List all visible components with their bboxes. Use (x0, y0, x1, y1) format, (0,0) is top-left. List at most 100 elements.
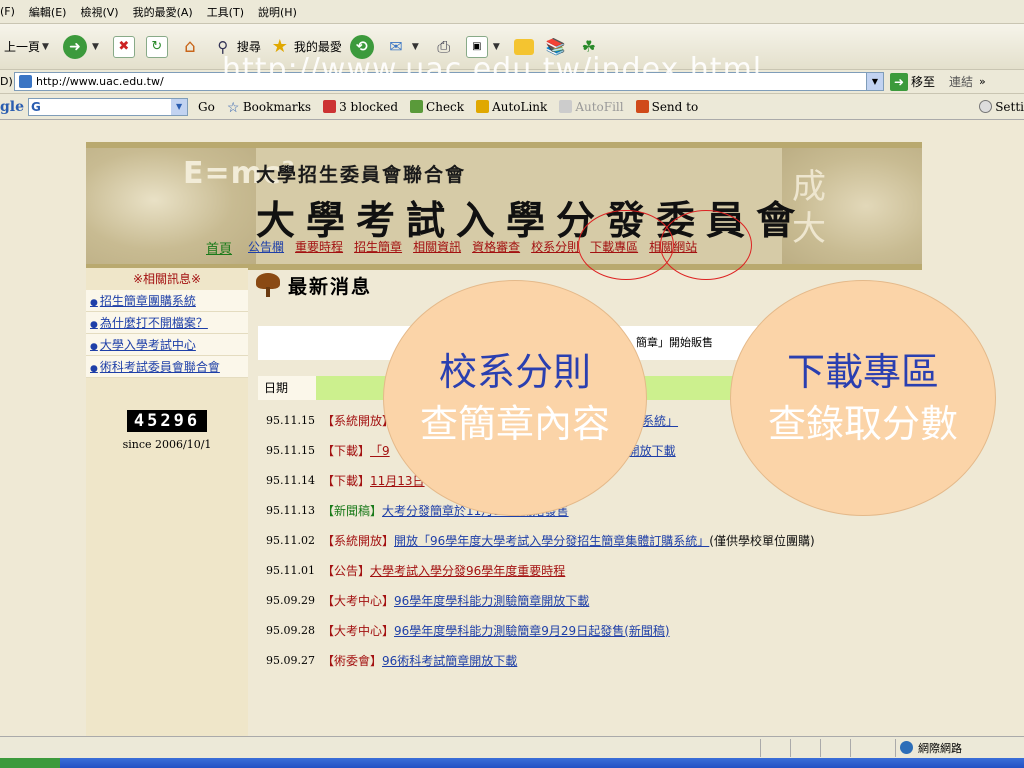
news-date: 95.09.29 (266, 593, 315, 607)
bullet-icon: ● (90, 342, 98, 352)
news-link[interactable]: 「9 (370, 442, 390, 459)
sidebar-link-group-purchase[interactable]: ● 招生簡章團購系統 (86, 290, 248, 312)
page-icon (19, 75, 32, 88)
autolink-icon (476, 100, 490, 113)
news-category: 【大考中心】 (322, 593, 395, 608)
news-date: 95.11.15 (266, 443, 315, 457)
go-button[interactable]: ➜ 移至 (890, 72, 936, 91)
news-link[interactable]: 96學年度學科能力測驗簡章開放下載 (394, 592, 589, 609)
google-search-input[interactable]: G ▼ (28, 97, 189, 116)
send-to-label: Send to (651, 99, 699, 114)
chevron-down-icon[interactable]: ▼ (493, 42, 500, 52)
news-category: 【公告】 (322, 563, 371, 578)
google-toolbar: gle G ▼ Go ☆ Bookmarks 3 blocked Check Au… (0, 94, 1024, 120)
address-label: D) (0, 75, 13, 88)
menu-edit[interactable]: 編輯(E) (29, 4, 67, 20)
chevron-down-icon[interactable]: ▼ (42, 42, 49, 52)
menu-favorites[interactable]: 我的最愛(A) (133, 4, 193, 20)
news-date: 95.11.13 (266, 503, 315, 517)
chevron-down-icon[interactable]: ▼ (412, 42, 419, 52)
news-item: 95.11.01 【公告】 大學考試入學分發96學年度重要時程 (266, 555, 926, 585)
status-divider (895, 739, 896, 757)
start-button[interactable] (0, 758, 60, 768)
menu-help[interactable]: 說明(H) (258, 4, 297, 20)
spellcheck-button[interactable]: Check (410, 100, 464, 114)
news-date: 95.09.27 (266, 653, 315, 667)
globe-icon (900, 741, 913, 754)
news-link[interactable]: 大學考試入學分發96學年度重要時程 (370, 562, 565, 579)
menu-file[interactable]: (F) (0, 5, 15, 18)
callout-subtitle: 查簡章內容 (419, 402, 610, 446)
send-to-button[interactable]: Send to (635, 99, 699, 114)
news-category: 【術委會】 (322, 653, 383, 668)
stop-button[interactable]: ✖ (112, 35, 138, 58)
taskbar (0, 758, 1024, 768)
nav-bulletin[interactable]: 公告欄 (248, 238, 284, 257)
refresh-icon: ↻ (145, 35, 168, 58)
links-chevron-icon[interactable]: » (979, 75, 986, 88)
sidebar-link-skills-exam[interactable]: ● 術科考試委員會聯合會 (86, 356, 248, 378)
nav-department-rules[interactable]: 校系分則 (531, 238, 579, 257)
sidebar-link-ceec[interactable]: ● 大學入學考試中心 (86, 334, 248, 356)
news-category: 【系統開放】 (322, 413, 395, 428)
callout-subtitle: 查錄取分數 (767, 402, 958, 446)
status-divider (820, 739, 821, 757)
nav-home[interactable]: 首頁 (206, 238, 232, 257)
settings-button[interactable]: Setti (979, 100, 1024, 114)
sidebar-link-label: 招生簡章團購系統 (99, 294, 196, 308)
news-item: 95.09.28 【大考中心】 96學年度學科能力測驗簡章9月29日起發售(新聞… (266, 615, 926, 645)
news-date: 95.11.01 (266, 563, 315, 577)
bullet-icon: ● (90, 364, 98, 374)
news-date: 95.11.14 (266, 473, 315, 487)
bookmarks-button[interactable]: ☆ Bookmarks (226, 100, 311, 117)
google-logo[interactable]: gle (0, 99, 24, 115)
news-link[interactable]: 開放「96學年度大學考試入學分發招生簡章集體訂購系統」 (394, 532, 709, 549)
google-search-value: G (31, 99, 41, 114)
sidebar: ※相關訊息※ ● 招生簡章團購系統 ● 為什麼打不開檔案？ ● 大學入學考試中心 ● 術… (86, 268, 248, 738)
news-link[interactable]: 96術科考試簡章開放下載 (382, 652, 517, 669)
popup-blocker-button[interactable]: 3 blocked (323, 100, 398, 114)
check-icon (410, 100, 424, 113)
news-note: (僅供學校單位團購) (709, 533, 815, 548)
chevron-down-icon[interactable]: ▼ (866, 73, 883, 90)
go-label: 移至 (911, 75, 936, 89)
news-date: 95.09.28 (266, 623, 315, 637)
nav-brochure[interactable]: 招生簡章 (354, 238, 402, 257)
news-link[interactable]: 96學年度學科能力測驗簡章9月29日起發售(新聞稿) (394, 622, 670, 639)
sidebar-header: ※相關訊息※ (132, 272, 202, 286)
nav-eligibility[interactable]: 資格審查 (472, 238, 520, 257)
forward-button[interactable]: ➜ ▼ (62, 34, 105, 59)
check-label: Check (426, 99, 465, 114)
news-item: 95.09.27 【術委會】 96術科考試簡章開放下載 (266, 645, 926, 675)
chevron-down-icon[interactable]: ▼ (92, 42, 99, 52)
sidebar-link-file-help[interactable]: ● 為什麼打不開檔案？ (86, 312, 248, 334)
menu-view[interactable]: 檢視(V) (80, 4, 118, 20)
nav-schedule[interactable]: 重要時程 (295, 238, 343, 257)
nav-related-info[interactable]: 相關資訊 (413, 238, 461, 257)
autofill-button[interactable]: AutoFill (559, 100, 624, 114)
security-zone-label: 網際網路 (918, 741, 962, 755)
visitor-counter: 45296 (127, 410, 207, 432)
refresh-button[interactable]: ↻ (145, 35, 171, 58)
news-item: 95.09.29 【大考中心】 96學年度學科能力測驗簡章開放下載 (266, 585, 926, 615)
google-go-label: Go (198, 99, 215, 114)
star-icon: ☆ (226, 100, 240, 116)
settings-label: Setti (995, 99, 1024, 114)
callout-title: 下載專區 (786, 350, 939, 394)
forward-arrow-icon: ➜ (62, 34, 87, 59)
settings-icon (979, 100, 993, 113)
menu-tools[interactable]: 工具(T) (207, 4, 244, 20)
google-go-button[interactable]: Go (198, 100, 215, 114)
back-button[interactable]: 上一頁 ▼ (4, 38, 55, 55)
news-date: 95.11.15 (266, 413, 315, 427)
status-bar: 網際網路 (0, 736, 1024, 758)
links-button[interactable]: 連結 (949, 73, 973, 90)
sidebar-link-label: 為什麼打不開檔案？ (99, 316, 208, 330)
home-button[interactable]: ⌂ (179, 36, 204, 58)
go-arrow-icon: ➜ (890, 72, 908, 91)
news-item: 95.11.02 【系統開放】 開放「96學年度大學考試入學分發招生簡章集體訂購… (266, 525, 926, 555)
chevron-down-icon[interactable]: ▼ (171, 98, 188, 115)
autolink-button[interactable]: AutoLink (476, 100, 547, 114)
status-divider (760, 739, 761, 757)
site-banner: E=mc² 成大 大學招生委員會聯合會 大學考試入學分發委員會 首頁 公告欄 重… (86, 142, 922, 270)
